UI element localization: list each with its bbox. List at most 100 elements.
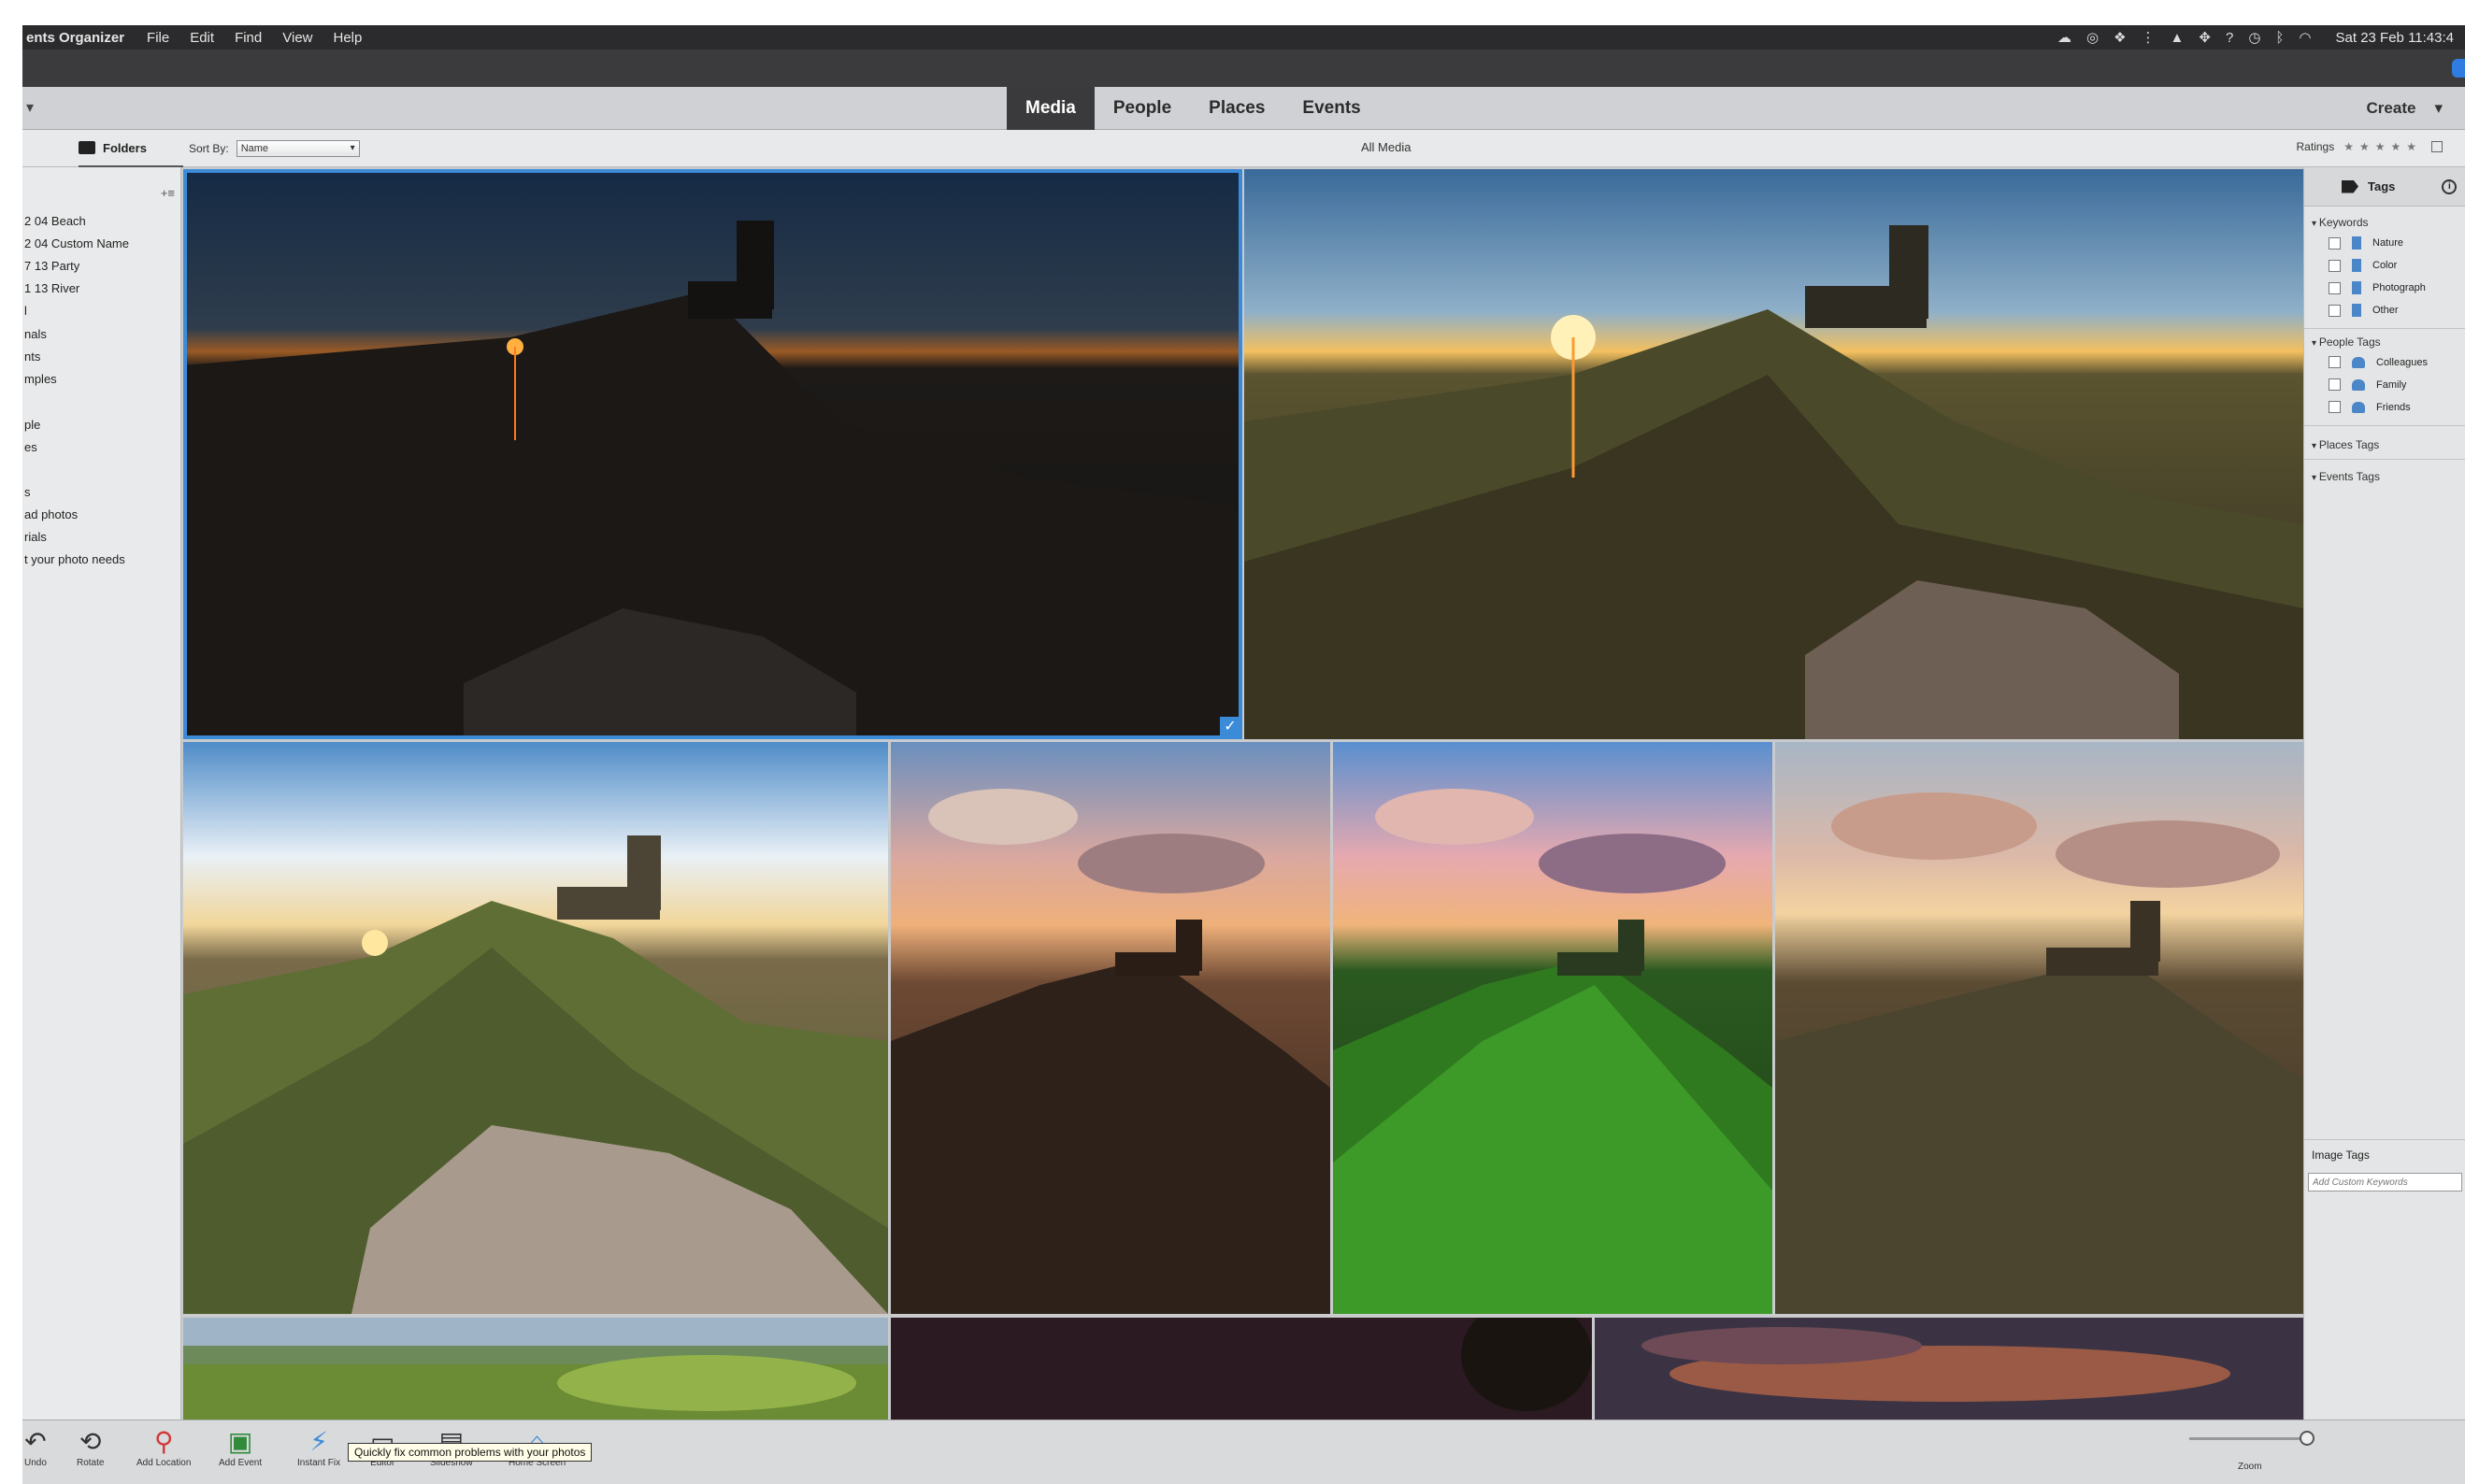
folder-item[interactable]: t your photo needs bbox=[24, 552, 125, 566]
photo-thumbnail[interactable] bbox=[183, 1318, 888, 1420]
keyword-item[interactable]: Nature bbox=[2329, 236, 2403, 250]
photo-thumbnail[interactable]: ✓ bbox=[183, 169, 1242, 739]
people-tag-item[interactable]: Colleagues bbox=[2329, 356, 2428, 368]
custom-keyword-input[interactable] bbox=[2308, 1173, 2462, 1191]
wifi-icon[interactable]: ◠ bbox=[2299, 29, 2311, 46]
photo-thumbnail[interactable] bbox=[891, 1318, 1592, 1420]
gear-icon[interactable]: ✥ bbox=[2199, 29, 2211, 46]
tags-tab[interactable]: Tags i bbox=[2304, 167, 2465, 207]
chevron-down-icon[interactable]: ▾ bbox=[26, 98, 34, 117]
events-tags-category[interactable]: Events Tags bbox=[2312, 470, 2380, 483]
folder-item[interactable]: mples bbox=[24, 372, 57, 386]
mode-tabs: Media People Places Events bbox=[1007, 87, 1380, 130]
time-machine-icon[interactable]: ◷ bbox=[2248, 29, 2260, 46]
keyword-item[interactable]: Photograph bbox=[2329, 281, 2426, 294]
calendar-icon: ▣ bbox=[227, 1427, 253, 1456]
add-folder-icon[interactable]: +≡ bbox=[161, 186, 175, 200]
photo-thumbnail[interactable] bbox=[891, 742, 1330, 1314]
divider bbox=[2304, 328, 2465, 329]
zoom-knob[interactable] bbox=[2300, 1431, 2315, 1446]
menu-find[interactable]: Find bbox=[235, 30, 262, 46]
folder-item[interactable]: es bbox=[24, 440, 37, 454]
rotate-button[interactable]: ⟲ Rotate bbox=[77, 1426, 104, 1468]
divider bbox=[2304, 1139, 2465, 1140]
folder-item[interactable]: 1 13 River bbox=[24, 281, 79, 295]
checkbox[interactable] bbox=[2329, 356, 2341, 368]
folder-item[interactable]: nts bbox=[24, 350, 40, 364]
folder-item[interactable]: l bbox=[24, 304, 27, 318]
undo-icon: ↶ bbox=[24, 1427, 47, 1456]
folder-item[interactable]: s bbox=[24, 485, 31, 499]
folder-item[interactable]: 2 04 Custom Name bbox=[24, 236, 129, 250]
tab-events[interactable]: Events bbox=[1283, 87, 1379, 130]
create-button[interactable]: Create ▾ bbox=[2367, 87, 2443, 130]
people-tag-item[interactable]: Family bbox=[2329, 378, 2406, 391]
tab-places[interactable]: Places bbox=[1190, 87, 1283, 130]
menu-help[interactable]: Help bbox=[334, 30, 363, 46]
add-event-button[interactable]: ▣ Add Event bbox=[219, 1426, 262, 1468]
add-location-label: Add Location bbox=[136, 1458, 192, 1468]
sync-icon[interactable]: ◎ bbox=[2086, 29, 2099, 46]
tab-media[interactable]: Media bbox=[1007, 87, 1095, 130]
divider bbox=[2304, 459, 2465, 460]
help-icon[interactable]: ? bbox=[2226, 30, 2233, 46]
folder-item[interactable]: 7 13 Party bbox=[24, 259, 79, 273]
folder-item[interactable]: nals bbox=[24, 327, 47, 341]
sort-bar: Folders Sort By: Name All Media Ratings … bbox=[22, 130, 2465, 167]
people-tag-item[interactable]: Friends bbox=[2329, 401, 2411, 413]
folder-item[interactable]: ple bbox=[24, 418, 40, 432]
people-tag-label: Colleagues bbox=[2376, 356, 2429, 368]
keywords-category[interactable]: Keywords bbox=[2312, 216, 2369, 229]
checkmark-icon[interactable]: ✓ bbox=[1220, 717, 1240, 737]
menu-edit[interactable]: Edit bbox=[190, 30, 214, 46]
bars-icon[interactable]: ⋮ bbox=[2142, 29, 2156, 46]
instant-fix-button[interactable]: ⚡ Instant Fix bbox=[297, 1426, 340, 1468]
menu-file[interactable]: File bbox=[147, 30, 169, 46]
menu-view[interactable]: View bbox=[282, 30, 312, 46]
add-location-button[interactable]: ⚲ Add Location bbox=[136, 1426, 191, 1468]
sort-by-select[interactable]: Name bbox=[236, 140, 360, 157]
folders-tab[interactable]: Folders bbox=[79, 130, 183, 167]
create-label: Create bbox=[2366, 99, 2416, 117]
menu-bar: ents Organizer File Edit Find View Help … bbox=[22, 25, 2465, 50]
tab-people[interactable]: People bbox=[1095, 87, 1190, 130]
info-icon[interactable]: i bbox=[2442, 178, 2458, 194]
folder-item[interactable]: 2 04 Beach bbox=[24, 214, 86, 228]
places-tags-category[interactable]: Places Tags bbox=[2312, 438, 2379, 451]
chevron-down-icon: ▾ bbox=[2434, 99, 2443, 117]
checkbox[interactable] bbox=[2329, 304, 2341, 317]
photo-thumbnail[interactable] bbox=[1595, 1318, 2303, 1420]
checkbox[interactable] bbox=[2329, 236, 2341, 250]
photo-thumbnail[interactable] bbox=[1333, 742, 1772, 1314]
checkbox[interactable] bbox=[2329, 401, 2341, 413]
keyword-label: Color bbox=[2372, 260, 2398, 271]
star-icons[interactable]: ★★★★★ bbox=[2343, 140, 2422, 153]
photo-thumbnail[interactable] bbox=[183, 742, 888, 1314]
checkbox[interactable] bbox=[2329, 259, 2341, 272]
rotate-icon: ⟲ bbox=[79, 1427, 102, 1456]
search-icon[interactable] bbox=[2452, 59, 2465, 78]
view-title: All Media bbox=[1361, 140, 1412, 154]
folders-label: Folders bbox=[103, 140, 147, 155]
checkbox[interactable] bbox=[2329, 378, 2341, 391]
checkbox[interactable] bbox=[2329, 281, 2341, 294]
bluetooth-icon[interactable]: ᛒ bbox=[2275, 30, 2284, 46]
people-tags-category[interactable]: People Tags bbox=[2312, 335, 2381, 349]
photo-thumbnail[interactable] bbox=[1244, 169, 2303, 739]
photo-thumbnail[interactable] bbox=[1775, 742, 2303, 1314]
keyword-item[interactable]: Color bbox=[2329, 259, 2397, 272]
drive-icon[interactable]: ▲ bbox=[2171, 30, 2185, 46]
undo-button[interactable]: ↶ Undo bbox=[24, 1426, 47, 1468]
folder-item[interactable]: ad photos bbox=[24, 507, 78, 521]
keyword-item[interactable]: Other bbox=[2329, 304, 2399, 317]
app-name[interactable]: ents Organizer bbox=[26, 30, 124, 46]
clock[interactable]: Sat 23 Feb 11:43:4 bbox=[2336, 30, 2454, 46]
tags-panel: Tags i Keywords Nature Color Photograph … bbox=[2303, 167, 2465, 1420]
zoom-track[interactable] bbox=[2189, 1437, 2311, 1440]
sort-by-label: Sort By: bbox=[189, 142, 229, 155]
folder-item[interactable]: rials bbox=[24, 530, 47, 544]
lightning-icon: ⚡ bbox=[309, 1427, 328, 1456]
cloud-icon[interactable]: ☁ bbox=[2057, 29, 2071, 46]
ratings-checkbox[interactable] bbox=[2431, 141, 2443, 152]
dropbox-icon[interactable]: ❖ bbox=[2114, 29, 2126, 46]
